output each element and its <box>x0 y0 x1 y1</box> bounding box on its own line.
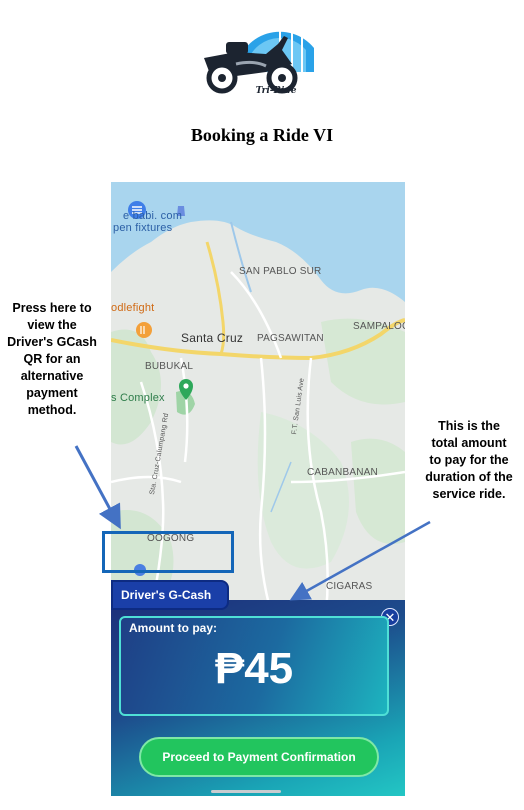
logo-text: Tri-Ride <box>255 86 297 96</box>
amount-label: Amount to pay: <box>129 621 217 635</box>
map-label-restaurant: odlefight <box>111 302 155 314</box>
proceed-to-payment-button[interactable]: Proceed to Payment Confirmation <box>139 737 379 777</box>
amount-box: Amount to pay: ₱45 <box>119 616 389 716</box>
map-label-sampaloc: SAMPALOC <box>353 321 405 332</box>
map-label-santa-cruz: Santa Cruz <box>181 331 244 345</box>
phone-screenshot: e babi. com pen fixtures SAN PABLO SUR o… <box>111 182 405 796</box>
callout-left: Press here to view the Driver's GCash QR… <box>7 301 97 417</box>
map-label-fixtures: pen fixtures <box>113 222 173 234</box>
map-label-store: e babi. com <box>123 210 183 222</box>
drivers-gcash-button[interactable]: Driver's G-Cash <box>111 580 229 610</box>
map-label-sports-complex: s Complex <box>111 392 165 404</box>
map-label-cabanban: CABANBANAN <box>307 467 378 478</box>
map-label-san-pablo-sur: SAN PABLO SUR <box>239 266 322 277</box>
payment-panel: ✕ Amount to pay: ₱45 Proceed to Payment … <box>111 600 405 796</box>
map-label-bubukal: BUBUKAL <box>145 361 194 372</box>
map-label-pagsawitan: PAGSAWITAN <box>257 333 324 344</box>
map-label-cigaras: CIGARAS <box>326 581 373 592</box>
highlight-box <box>102 531 234 573</box>
callout-right: This is the total amount to pay for the … <box>425 419 513 501</box>
drag-handle[interactable] <box>211 790 281 793</box>
document-title: Booking a Ride VI <box>190 125 334 145</box>
amount-value: ₱45 <box>214 644 294 693</box>
